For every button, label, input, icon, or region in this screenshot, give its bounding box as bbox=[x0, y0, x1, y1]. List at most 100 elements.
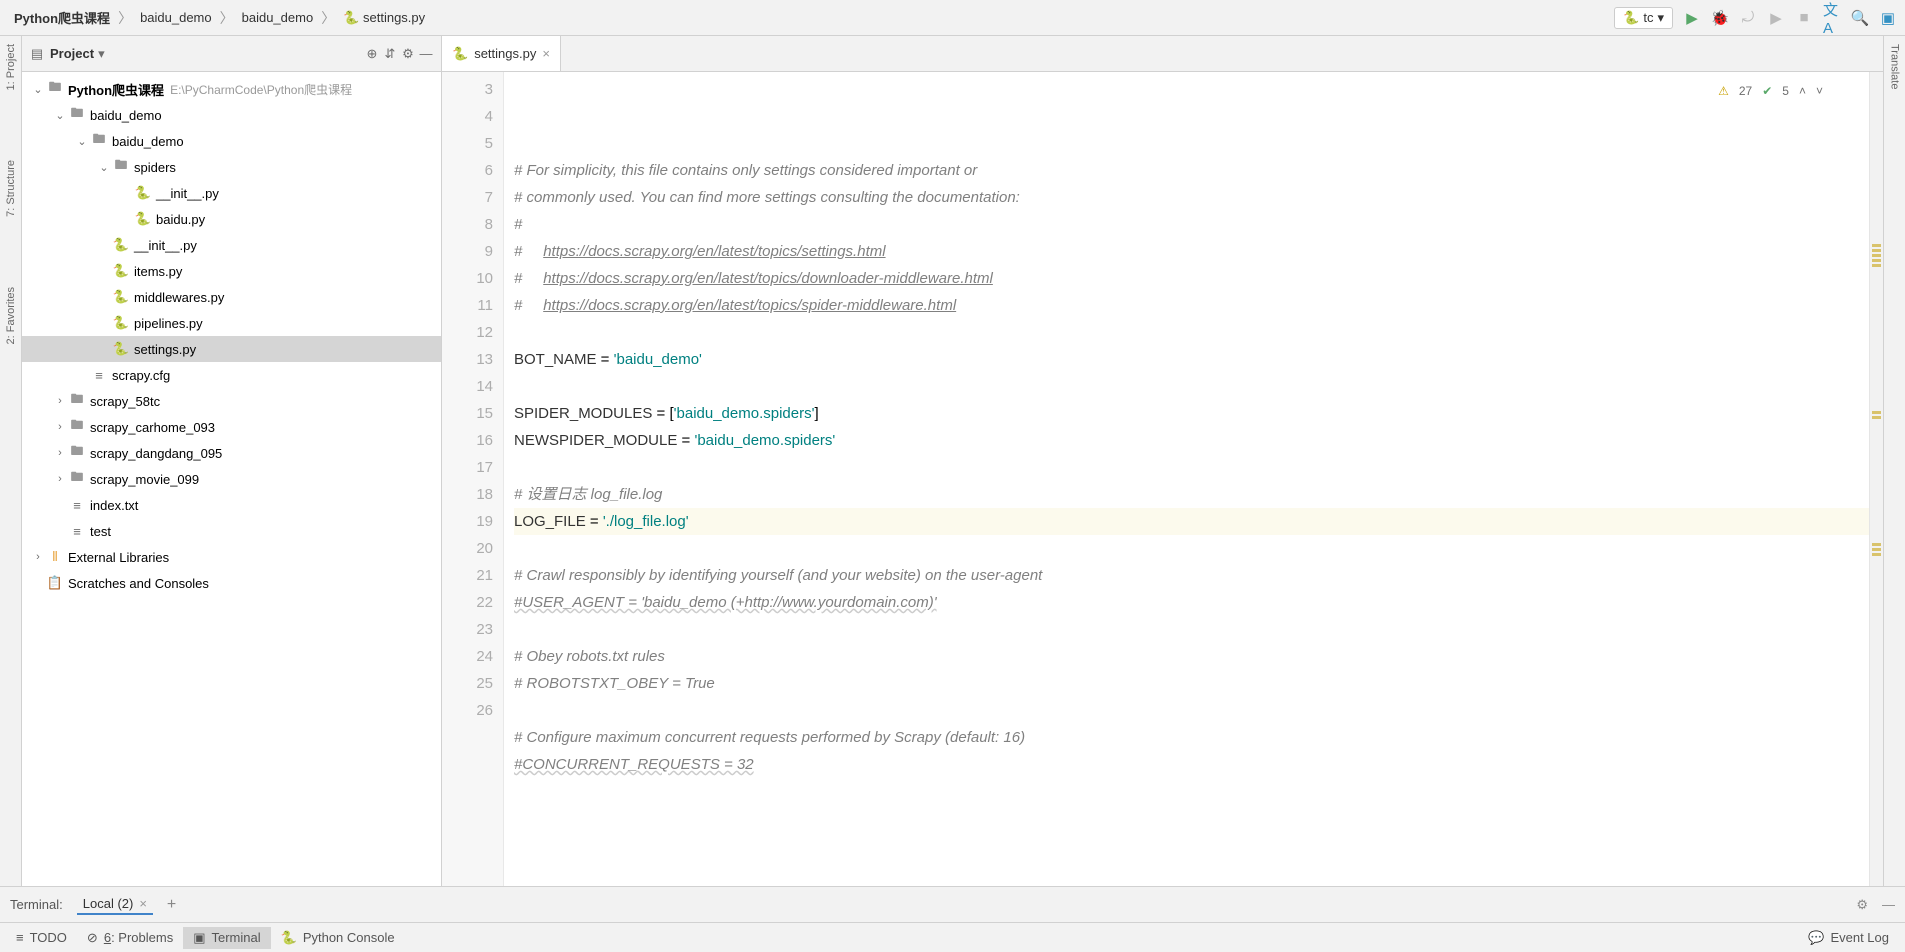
tree-row[interactable]: ›🖿scrapy_dangdang_095 bbox=[22, 440, 441, 466]
hide-icon[interactable]: — bbox=[1882, 897, 1895, 912]
tree-row[interactable]: ≡scrapy.cfg bbox=[22, 362, 441, 388]
chevron-icon[interactable]: ⌄ bbox=[30, 83, 46, 96]
tree-row[interactable]: 🐍baidu.py bbox=[22, 206, 441, 232]
code-line[interactable]: # 设置日志 log_file.log bbox=[514, 481, 1869, 508]
status-tab--problems[interactable]: ⊘6: Problems bbox=[77, 927, 183, 949]
tree-row[interactable]: 🐍__init__.py bbox=[22, 180, 441, 206]
code-line[interactable]: NEWSPIDER_MODULE = 'baidu_demo.spiders' bbox=[514, 427, 1869, 454]
code-line[interactable]: # bbox=[514, 211, 1869, 238]
locate-icon[interactable]: ⊕ bbox=[363, 46, 381, 62]
gear-icon[interactable]: ⚙ bbox=[1856, 897, 1868, 913]
chevron-icon[interactable]: › bbox=[52, 421, 68, 433]
tree-row[interactable]: 🐍middlewares.py bbox=[22, 284, 441, 310]
tree-row[interactable]: ›🖿scrapy_carhome_093 bbox=[22, 414, 441, 440]
status-tab-python-console[interactable]: 🐍Python Console bbox=[271, 927, 405, 949]
add-terminal-icon[interactable]: + bbox=[167, 896, 176, 914]
run-config-select[interactable]: 🐍 tc ▾ bbox=[1614, 7, 1673, 29]
event-log-button[interactable]: 💬 Event Log bbox=[1798, 927, 1899, 949]
project-tree[interactable]: ⌄🖿Python爬虫课程E:\PyCharmCode\Python爬虫课程⌄🖿b… bbox=[22, 72, 441, 886]
code-line[interactable] bbox=[514, 535, 1869, 562]
todo-icon: ≡ bbox=[16, 930, 24, 945]
terminal-tab[interactable]: Local (2) × bbox=[77, 894, 153, 915]
code-line[interactable]: BOT_NAME = 'baidu_demo' bbox=[514, 346, 1869, 373]
code-line[interactable]: #USER_AGENT = 'baidu_demo (+http://www.y… bbox=[514, 589, 1869, 616]
inspections-widget[interactable]: ⚠27 ✔5 ˄ ˅ bbox=[1718, 78, 1823, 105]
editor-tab-settings[interactable]: 🐍 settings.py × bbox=[442, 36, 561, 71]
tree-row[interactable]: ›⫴External Libraries bbox=[22, 544, 441, 570]
code-line[interactable]: # Configure maximum concurrent requests … bbox=[514, 724, 1869, 751]
tree-row[interactable]: 📋Scratches and Consoles bbox=[22, 570, 441, 596]
tree-row[interactable]: ⌄🖿baidu_demo bbox=[22, 128, 441, 154]
side-favorites-label[interactable]: 2: Favorites bbox=[5, 287, 17, 344]
code-line[interactable]: # https://docs.scrapy.org/en/latest/topi… bbox=[514, 265, 1869, 292]
breadcrumb-item[interactable]: 🐍 settings.py bbox=[337, 8, 431, 28]
hide-icon[interactable]: — bbox=[417, 46, 435, 61]
gear-icon[interactable]: ⚙ bbox=[399, 46, 417, 62]
tree-row[interactable]: 🐍__init__.py bbox=[22, 232, 441, 258]
translate-icon[interactable]: 文A bbox=[1823, 9, 1841, 27]
coverage-icon[interactable]: ⤾ bbox=[1739, 9, 1757, 27]
close-icon[interactable]: × bbox=[542, 46, 550, 61]
code-line[interactable]: # Obey robots.txt rules bbox=[514, 643, 1869, 670]
code-line[interactable]: # ROBOTSTXT_OBEY = True bbox=[514, 670, 1869, 697]
chevron-icon[interactable]: › bbox=[52, 473, 68, 485]
breadcrumb-item[interactable]: baidu_demo bbox=[134, 8, 218, 27]
side-structure-label[interactable]: 7: Structure bbox=[5, 160, 17, 217]
code-line[interactable]: # Crawl responsibly by identifying yours… bbox=[514, 562, 1869, 589]
breadcrumb-item[interactable]: baidu_demo bbox=[236, 8, 320, 27]
tree-label: pipelines.py bbox=[134, 316, 203, 331]
code-line[interactable]: # commonly used. You can find more setti… bbox=[514, 184, 1869, 211]
collapse-icon[interactable]: ⇵ bbox=[381, 46, 399, 62]
breadcrumb-item[interactable]: Python爬虫课程 bbox=[8, 6, 116, 29]
chevron-icon[interactable]: › bbox=[52, 395, 68, 407]
code-line[interactable]: SPIDER_MODULES = ['baidu_demo.spiders'] bbox=[514, 400, 1869, 427]
chevron-icon[interactable]: ⌄ bbox=[74, 135, 90, 148]
tree-row[interactable]: 🐍settings.py bbox=[22, 336, 441, 362]
project-view-icon[interactable]: ▤ bbox=[28, 46, 46, 62]
code-line[interactable]: # For simplicity, this file contains onl… bbox=[514, 157, 1869, 184]
chevron-down-icon[interactable]: ˅ bbox=[1816, 78, 1823, 105]
side-translate-label[interactable]: Translate bbox=[1889, 44, 1901, 89]
code-line[interactable] bbox=[514, 454, 1869, 481]
error-stripe[interactable] bbox=[1869, 72, 1883, 886]
tree-row[interactable]: ≡index.txt bbox=[22, 492, 441, 518]
debug-icon[interactable]: 🐞 bbox=[1711, 9, 1729, 27]
tree-row[interactable]: ⌄🖿spiders bbox=[22, 154, 441, 180]
tree-row[interactable]: ›🖿scrapy_movie_099 bbox=[22, 466, 441, 492]
code-line[interactable]: LOG_FILE = './log_file.log' bbox=[514, 508, 1869, 535]
stop-icon[interactable]: ■ bbox=[1795, 9, 1813, 27]
event-log-label: Event Log bbox=[1830, 930, 1889, 945]
code-area[interactable]: ⚠27 ✔5 ˄ ˅ # For simplicity, this file c… bbox=[504, 72, 1869, 886]
code-line[interactable]: #CONCURRENT_REQUESTS = 32 bbox=[514, 751, 1869, 778]
python-file-icon: 🐍 bbox=[452, 46, 468, 62]
tree-row[interactable]: 🐍pipelines.py bbox=[22, 310, 441, 336]
code-line[interactable] bbox=[514, 373, 1869, 400]
code-line[interactable] bbox=[514, 778, 1869, 805]
chevron-icon[interactable]: › bbox=[30, 551, 46, 563]
tree-row[interactable]: ⌄🖿baidu_demo bbox=[22, 102, 441, 128]
passes-count: 5 bbox=[1782, 78, 1789, 105]
tree-row[interactable]: ›🖿scrapy_58tc bbox=[22, 388, 441, 414]
search-icon[interactable]: 🔍 bbox=[1851, 9, 1869, 27]
tree-row[interactable]: ≡test bbox=[22, 518, 441, 544]
run-icon[interactable]: ▶ bbox=[1683, 9, 1701, 27]
code-line[interactable]: # https://docs.scrapy.org/en/latest/topi… bbox=[514, 238, 1869, 265]
chevron-down-icon[interactable]: ▾ bbox=[98, 46, 105, 62]
profile-icon[interactable]: ▶ bbox=[1767, 9, 1785, 27]
code-line[interactable] bbox=[514, 319, 1869, 346]
ide-settings-icon[interactable]: ▣ bbox=[1879, 9, 1897, 27]
status-tab-terminal[interactable]: ▣Terminal bbox=[183, 927, 270, 949]
code-line[interactable]: # https://docs.scrapy.org/en/latest/topi… bbox=[514, 292, 1869, 319]
code-line[interactable] bbox=[514, 616, 1869, 643]
chevron-icon[interactable]: ⌄ bbox=[52, 109, 68, 122]
chevron-icon[interactable]: ⌄ bbox=[96, 161, 112, 174]
close-icon[interactable]: × bbox=[139, 896, 147, 911]
status-tab-todo[interactable]: ≡TODO bbox=[6, 927, 77, 948]
tree-row[interactable]: 🐍items.py bbox=[22, 258, 441, 284]
chevron-icon[interactable]: › bbox=[52, 447, 68, 459]
tree-row[interactable]: ⌄🖿Python爬虫课程E:\PyCharmCode\Python爬虫课程 bbox=[22, 76, 441, 102]
folder-icon: 🖿 bbox=[90, 130, 108, 152]
chevron-up-icon[interactable]: ˄ bbox=[1799, 78, 1806, 105]
side-project-label[interactable]: 1: Project bbox=[5, 44, 17, 90]
code-line[interactable] bbox=[514, 697, 1869, 724]
